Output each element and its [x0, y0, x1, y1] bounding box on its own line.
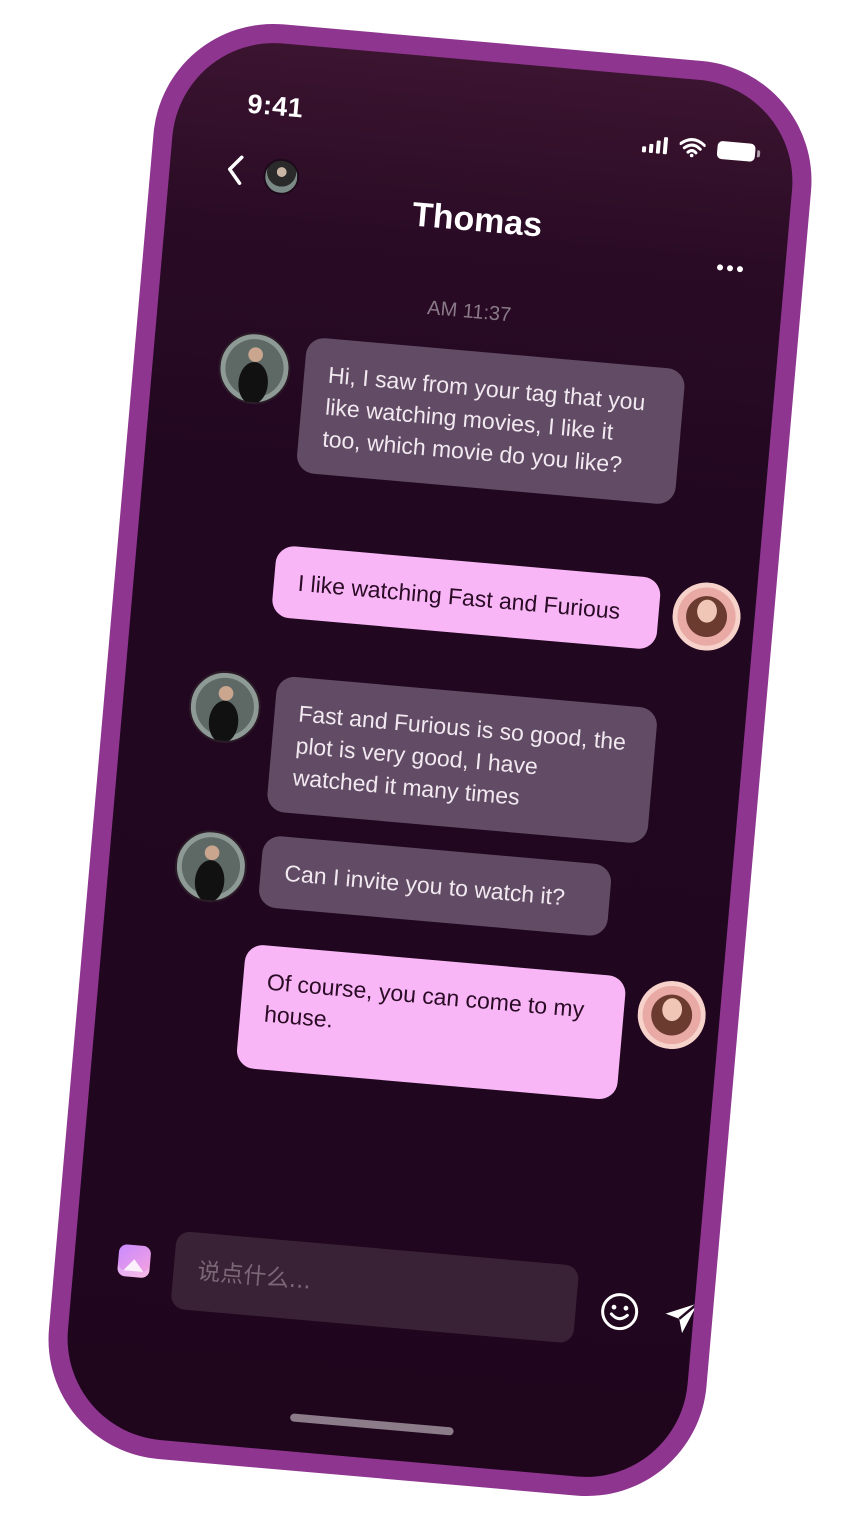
chat-screen: 9:41 Thomas AM 11:37 Hi, I saw from your…: [59, 34, 801, 1486]
avatar[interactable]: [215, 329, 294, 408]
message-bubble-outgoing: I like watching Fast and Furious: [270, 544, 662, 651]
avatar[interactable]: [634, 978, 709, 1052]
message-bubble-incoming: Hi, I saw from your tag that you like wa…: [295, 336, 686, 506]
avatar[interactable]: [669, 579, 744, 654]
home-indicator[interactable]: [289, 1413, 454, 1436]
emoji-icon[interactable]: [598, 1290, 641, 1333]
message-input-box[interactable]: [170, 1230, 580, 1344]
message-bubble-incoming: Fast and Furious is so good, the plot is…: [265, 675, 659, 845]
send-icon[interactable]: [660, 1295, 703, 1338]
avatar[interactable]: [171, 827, 250, 906]
message-row: Fast and Furious is so good, the plot is…: [180, 667, 659, 845]
message-bubble-incoming: Can I invite you to watch it?: [257, 834, 613, 938]
contact-name: Thomas: [410, 195, 544, 245]
message-row: Hi, I saw from your tag that you like wa…: [210, 329, 686, 506]
wifi-icon: [679, 138, 707, 158]
image-icon[interactable]: [116, 1243, 152, 1279]
status-time: 9:41: [246, 88, 305, 124]
message-bubble-outgoing: Of course, you can come to my house.: [235, 943, 627, 1101]
avatar[interactable]: [185, 667, 264, 746]
message-row: I like watching Fast and Furious: [270, 544, 744, 658]
message-row: Of course, you can come to my house.: [235, 943, 709, 1108]
status-icons: [641, 133, 756, 163]
message-input[interactable]: [194, 1257, 556, 1317]
signal-icon: [641, 135, 669, 154]
ellipsis-icon[interactable]: [716, 264, 744, 273]
message-row: Can I invite you to watch it?: [171, 827, 613, 938]
phone-frame: 9:41 Thomas AM 11:37 Hi, I saw from your…: [38, 13, 822, 1507]
stage: 9:41 Thomas AM 11:37 Hi, I saw from your…: [0, 0, 862, 1524]
battery-icon: [716, 140, 756, 162]
